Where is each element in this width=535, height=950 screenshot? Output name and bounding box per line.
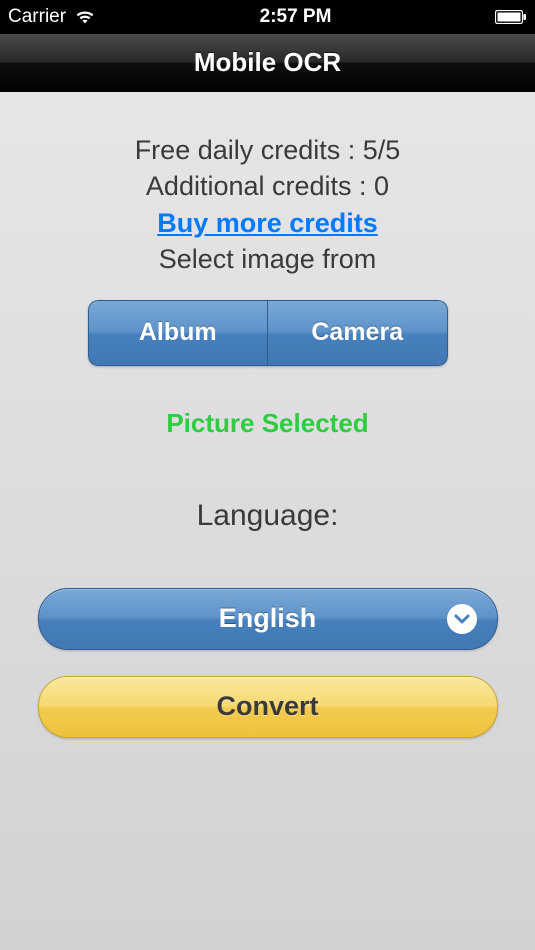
wifi-icon xyxy=(74,9,96,25)
image-source-segmented: Album Camera xyxy=(88,300,448,366)
language-selected: English xyxy=(219,603,317,634)
carrier-label: Carrier xyxy=(8,6,66,28)
camera-button[interactable]: Camera xyxy=(267,300,448,366)
buy-credits-link[interactable]: Buy more credits xyxy=(157,205,378,241)
page-title: Mobile OCR xyxy=(194,47,341,78)
status-right xyxy=(495,10,527,24)
free-credits-label: Free daily credits : 5/5 xyxy=(0,132,535,168)
convert-button[interactable]: Convert xyxy=(38,676,498,738)
status-time: 2:57 PM xyxy=(260,6,332,28)
chevron-down-icon xyxy=(447,604,477,634)
camera-button-label: Camera xyxy=(311,318,403,347)
status-bar: Carrier 2:57 PM xyxy=(0,0,535,34)
language-label: Language: xyxy=(0,499,535,533)
convert-button-label: Convert xyxy=(216,691,318,722)
status-left: Carrier xyxy=(8,6,96,28)
battery-icon xyxy=(495,10,527,24)
picture-status: Picture Selected xyxy=(0,408,535,439)
language-dropdown[interactable]: English xyxy=(38,588,498,650)
main-content: Free daily credits : 5/5 Additional cred… xyxy=(0,92,535,738)
album-button[interactable]: Album xyxy=(88,300,268,366)
select-image-label: Select image from xyxy=(0,241,535,277)
nav-bar: Mobile OCR xyxy=(0,34,535,92)
additional-credits-label: Additional credits : 0 xyxy=(0,168,535,204)
album-button-label: Album xyxy=(139,318,217,347)
